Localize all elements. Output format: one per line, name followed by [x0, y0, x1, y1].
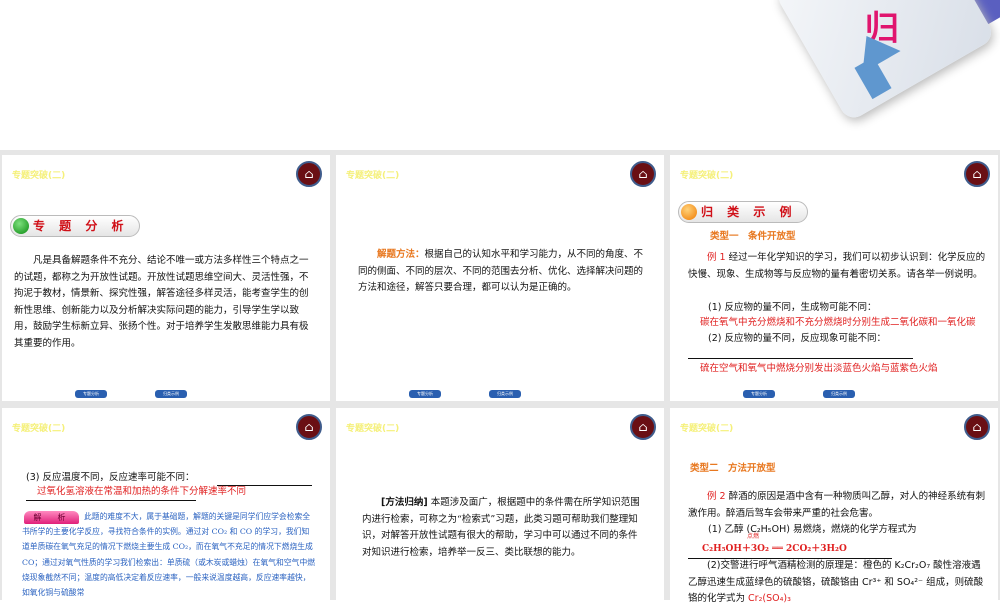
green-dot-icon [13, 218, 29, 234]
nav-button-examples[interactable]: 归类示例 [489, 390, 521, 398]
section-badge: 归 类 示 例 [678, 201, 808, 223]
example-body: 醉酒的原因是酒中含有一种物质叫乙醇，对人的神经系统有刺激作用。醉酒后驾车会带来严… [688, 491, 986, 519]
nav-button-examples[interactable]: 归类示例 [823, 390, 855, 398]
home-icon[interactable]: ⌂ [630, 414, 656, 440]
answer-2: Cr₂(SO₄)₃ [748, 593, 791, 604]
nav-button-analysis[interactable]: 专题分析 [75, 390, 107, 398]
reaction-condition: 点燃 [747, 533, 760, 540]
slide-header: 专题突破(二) [680, 171, 734, 181]
home-icon[interactable]: ⌂ [630, 161, 656, 187]
home-icon[interactable]: ⌂ [964, 161, 990, 187]
slide-sorter: 专题突破(二) ⌂ 专 题 分 析 凡是具备解题条件不充分、结论不唯一或方法多样… [0, 150, 1000, 608]
slide-header: 专题突破(二) [346, 171, 400, 181]
slide-3[interactable]: 专题突破(二) ⌂ 归 类 示 例 类型一 条件开放型 例 1 经过一年化学知识… [670, 155, 998, 401]
orange-dot-icon [681, 204, 697, 220]
slide-header: 专题突破(二) [680, 424, 734, 434]
example-text: 例 1 经过一年化学知识的学习，我们可以初步认识到：化学反应的快慢、现象、生成物… [688, 250, 988, 283]
home-icon[interactable]: ⌂ [296, 161, 322, 187]
slide-1[interactable]: 专题突破(二) ⌂ 专 题 分 析 凡是具备解题条件不充分、结论不唯一或方法多样… [2, 155, 330, 401]
example-label: 例 2 [707, 491, 726, 502]
nav-button-examples[interactable]: 归类示例 [155, 390, 187, 398]
example-label: 例 1 [707, 252, 726, 263]
slide-4[interactable]: 专题突破(二) ⌂ (3) 反应温度不同，反应速率可能不同： 过氧化氢溶液在常温… [2, 408, 330, 608]
summary-label: [方法归纳] [381, 497, 428, 508]
question-2: (2) 反应物的量不同，反应现象可能不同： [708, 331, 988, 348]
example-body: 经过一年化学知识的学习，我们可以初步认识到：化学反应的快慢、现象、生成物等与反应… [688, 252, 986, 280]
answer-1: 碳在氧气中充分燃烧和不充分燃烧时分别生成二氧化碳和一氧化碳 [700, 317, 976, 328]
slide-body: 凡是具备解题条件不充分、结论不唯一或方法多样性三个特点之一的试题，都称之为开放性… [14, 255, 309, 349]
question-2-text: (2)交警进行呼气酒精检测的原理是：橙色的 K₂Cr₂O₇ 酸性溶液遇乙醇迅速生… [688, 560, 984, 604]
answer-2: 硫在空气和氧气中燃烧分别发出淡蓝色火焰与蓝紫色火焰 [700, 363, 938, 374]
slide-6[interactable]: 专题突破(二) ⌂ 类型二 方法开放型 例 2 醉酒的原因是酒中含有一种物质叫乙… [670, 408, 998, 608]
answer-line [688, 358, 913, 359]
top-banner: 归 [0, 0, 1000, 150]
answer-3: 过氧化氢溶液在常温和加热的条件下分解速率不同 [37, 486, 247, 497]
answer-1: C₂H₅OH＋3O₂ ══ 2CO₂＋3H₂O [688, 541, 892, 559]
slide-body: [方法归纳] 本题涉及面广，根据题中的条件需在所学知识范围内进行检索，可称之为“… [362, 495, 644, 561]
home-icon[interactable]: ⌂ [964, 414, 990, 440]
nav-button-analysis[interactable]: 专题分析 [409, 390, 441, 398]
badge-label: 专 题 分 析 [33, 219, 129, 233]
slide-5[interactable]: 专题突破(二) ⌂ [方法归纳] 本题涉及面广，根据题中的条件需在所学知识范围内… [336, 408, 664, 608]
question-1-text: (1) 反应物的量不同，生成物可能不同： [708, 302, 877, 313]
type-heading: 类型二 方法开放型 [690, 463, 776, 474]
slide-header: 专题突破(二) [12, 424, 66, 434]
question-2: (2)交警进行呼气酒精检测的原理是：橙色的 K₂Cr₂O₇ 酸性溶液遇乙醇迅速生… [688, 558, 988, 608]
slide-2[interactable]: 专题突破(二) ⌂ 解题方法：根据自己的认知水平和学习能力，从不同的角度、不同的… [336, 155, 664, 401]
home-icon[interactable]: ⌂ [296, 414, 322, 440]
section-badge: 专 题 分 析 [10, 215, 140, 237]
analysis-text: 此题的难度不大，属于基础题，解题的关键是同学们应学会检索全书所学的主要化学反应，… [22, 512, 316, 598]
type-heading: 类型一 条件开放型 [710, 231, 796, 242]
method-label: 解题方法： [377, 249, 425, 260]
decor-card: 归 [773, 0, 997, 123]
badge-label: 归 类 示 例 [701, 205, 797, 219]
nav-button-analysis[interactable]: 专题分析 [743, 390, 775, 398]
example-text: 例 2 醉酒的原因是酒中含有一种物质叫乙醇，对人的神经系统有刺激作用。醉酒后驾车… [688, 489, 988, 522]
slide-header: 专题突破(二) [12, 171, 66, 181]
slide-header: 专题突破(二) [346, 424, 400, 434]
answer-line [26, 500, 196, 501]
slide-body: 解题方法：根据自己的认知水平和学习能力，从不同的角度、不同的侧面、不同的层次、不… [358, 247, 648, 297]
